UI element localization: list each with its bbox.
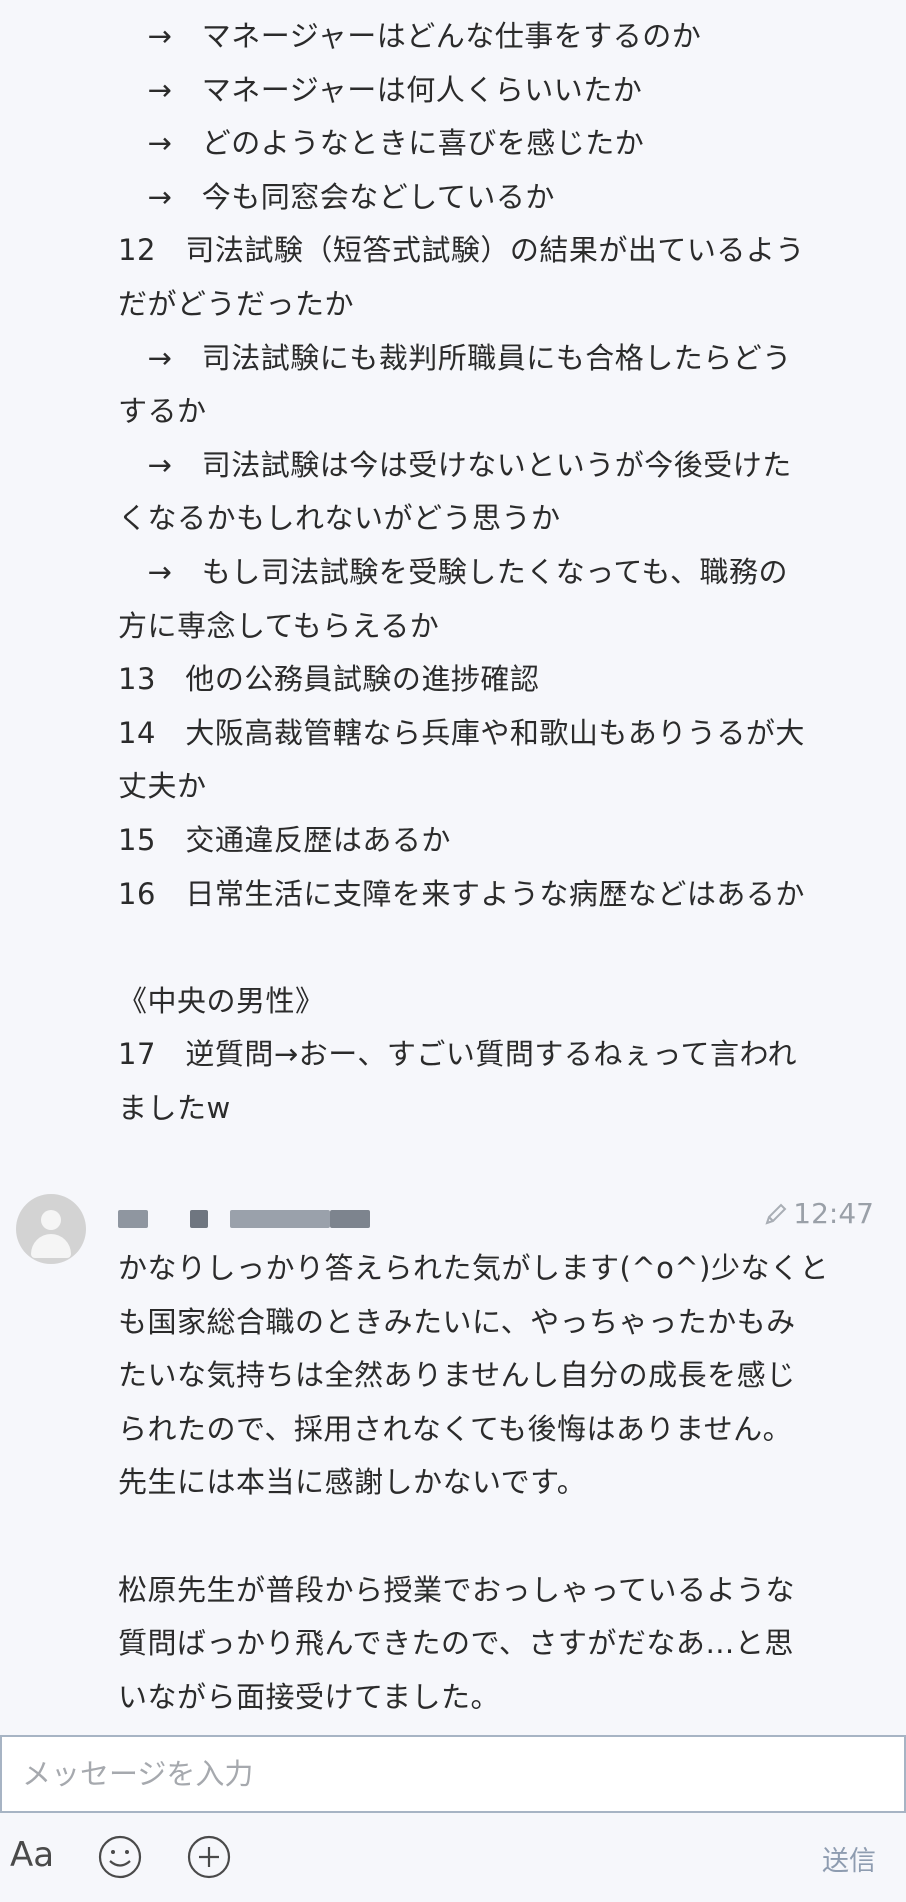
message-line: 丈夫か	[118, 769, 207, 804]
message-line: 12 司法試験（短答式試験）の結果が出ているよう	[118, 233, 805, 268]
avatar-head-shape	[41, 1210, 61, 1230]
avatar[interactable]	[16, 1194, 86, 1264]
message-line: たいな気持ちは全然ありませんし自分の成長を感じ	[118, 1358, 796, 1393]
message-line: いながら面接受けてました。	[118, 1679, 501, 1714]
message-line: → もし司法試験を受験したくなっても、職務の	[118, 554, 789, 589]
pencil-icon	[763, 1201, 789, 1227]
message-previous: → マネージャーはどんな仕事をするのか → マネージャーは何人くらいいたか → …	[118, 10, 858, 1135]
message-line: 松原先生が普段から授業でおっしゃっているような	[118, 1572, 796, 1607]
message-line: → マネージャーは何人くらいいたか	[118, 72, 643, 107]
message-line: 17 逆質問→おー、すごい質問するねぇって言われ	[118, 1037, 798, 1072]
message-line: → 司法試験は今は受けないというが今後受けた	[118, 447, 792, 482]
message-line: 14 大阪高裁管轄なら兵庫や和歌山もありうるが大	[118, 715, 805, 750]
message-input[interactable]	[2, 1737, 904, 1811]
message-line: 15 交通違反歴はあるか	[118, 822, 451, 857]
blur-segment	[190, 1210, 208, 1228]
smiley-icon	[98, 1835, 142, 1879]
time-label: 12:47	[793, 1197, 874, 1230]
add-attachment-button[interactable]	[186, 1834, 232, 1880]
message-line: かなりしっかり答えられた気がします(^o^)少なくと	[118, 1251, 829, 1285]
message-line: → マネージャーはどんな仕事をするのか	[118, 19, 702, 53]
message-line: られたので、採用されなくても後悔はありません。	[118, 1411, 793, 1446]
message-line: 16 日常生活に支障を来すような病歴などはあるか	[118, 876, 805, 911]
message-line: 質問ばっかり飛んできたので、さすがだなあ…と思	[118, 1626, 794, 1661]
message-composer[interactable]	[0, 1735, 906, 1813]
message-line: だがどうだったか	[118, 286, 355, 321]
message-line: 13 他の公務員試験の進捗確認	[118, 662, 540, 697]
blur-segment	[230, 1210, 330, 1228]
emoji-button[interactable]	[97, 1834, 143, 1880]
message-time: 12:47	[763, 1197, 874, 1230]
message-line: ましたw	[118, 1090, 231, 1125]
chat-log[interactable]: → マネージャーはどんな仕事をするのか → マネージャーは何人くらいいたか → …	[0, 0, 906, 1735]
composer-toolbar: Aa 送信	[0, 1813, 906, 1902]
message-line: 方に専念してもらえるか	[118, 608, 440, 643]
message-line: も国家総合職のときみたいに、やっちゃったかもみ	[118, 1304, 796, 1339]
message-line: するか	[118, 394, 207, 429]
message-line: → どのようなときに喜びを感じたか	[118, 126, 645, 161]
send-button[interactable]: 送信	[822, 1839, 876, 1878]
sender-name-blurred	[118, 1206, 370, 1230]
message-line: 《中央の男性》	[118, 983, 325, 1018]
message-current: かなりしっかり答えられた気がします(^o^)少なくと も国家総合職のときみたいに、…	[118, 1242, 858, 1724]
avatar-shoulders-shape	[31, 1234, 71, 1258]
message-line: → 今も同窓会などしているか	[118, 179, 555, 214]
blur-segment	[118, 1210, 148, 1228]
font-format-button[interactable]: Aa	[10, 1835, 54, 1875]
message-line: 先生には本当に感謝しかないです。	[118, 1465, 587, 1500]
plus-circle-icon	[187, 1835, 231, 1879]
message-line: → 司法試験にも裁判所職員にも合格したらどう	[118, 340, 792, 375]
blur-segment	[330, 1210, 370, 1228]
message-line: くなるかもしれないがどう思うか	[118, 501, 561, 536]
